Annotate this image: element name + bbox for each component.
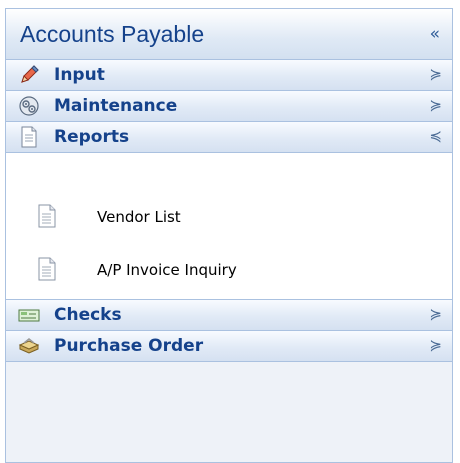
list-item-vendor-list[interactable]: Vendor List xyxy=(6,201,452,233)
group-header-input[interactable]: Input ≽ xyxy=(6,60,452,91)
accounts-payable-panel: Accounts Payable « Input ≽ Maintenance ≽ xyxy=(5,8,453,463)
group-label-purchase-order: Purchase Order xyxy=(54,336,204,356)
chevron-down-icon[interactable]: ≽ xyxy=(429,304,442,324)
panel-title: Accounts Payable xyxy=(20,21,205,47)
document-icon xyxy=(38,204,56,228)
group-label-reports: Reports xyxy=(54,127,130,147)
pencil-icon xyxy=(21,65,39,83)
group-header-reports[interactable]: Reports ≼ xyxy=(6,122,452,153)
panel-header: Accounts Payable « xyxy=(6,9,452,60)
group-header-maintenance[interactable]: Maintenance ≽ xyxy=(6,91,452,122)
collapse-panel-icon[interactable]: « xyxy=(430,22,440,46)
purchase-order-icon xyxy=(18,338,40,354)
group-label-input: Input xyxy=(54,65,105,85)
item-label: A/P Invoice Inquiry xyxy=(97,261,237,279)
group-header-checks[interactable]: Checks ≽ xyxy=(6,300,452,331)
document-icon xyxy=(21,126,37,148)
gear-icon xyxy=(19,96,39,116)
group-header-purchase-order[interactable]: Purchase Order ≽ xyxy=(6,331,452,362)
chevron-up-icon[interactable]: ≼ xyxy=(429,126,442,146)
chevron-down-icon[interactable]: ≽ xyxy=(429,335,442,355)
chevron-down-icon[interactable]: ≽ xyxy=(429,64,442,84)
group-label-checks: Checks xyxy=(54,305,122,325)
document-icon xyxy=(38,257,56,281)
chevron-down-icon[interactable]: ≽ xyxy=(429,95,442,115)
check-icon xyxy=(18,309,40,322)
group-label-maintenance: Maintenance xyxy=(54,96,178,116)
list-item-ap-invoice-inquiry[interactable]: A/P Invoice Inquiry xyxy=(6,254,452,286)
item-label: Vendor List xyxy=(97,208,181,226)
reports-items-list: Vendor List A/P Invoice Inquiry xyxy=(6,153,452,300)
